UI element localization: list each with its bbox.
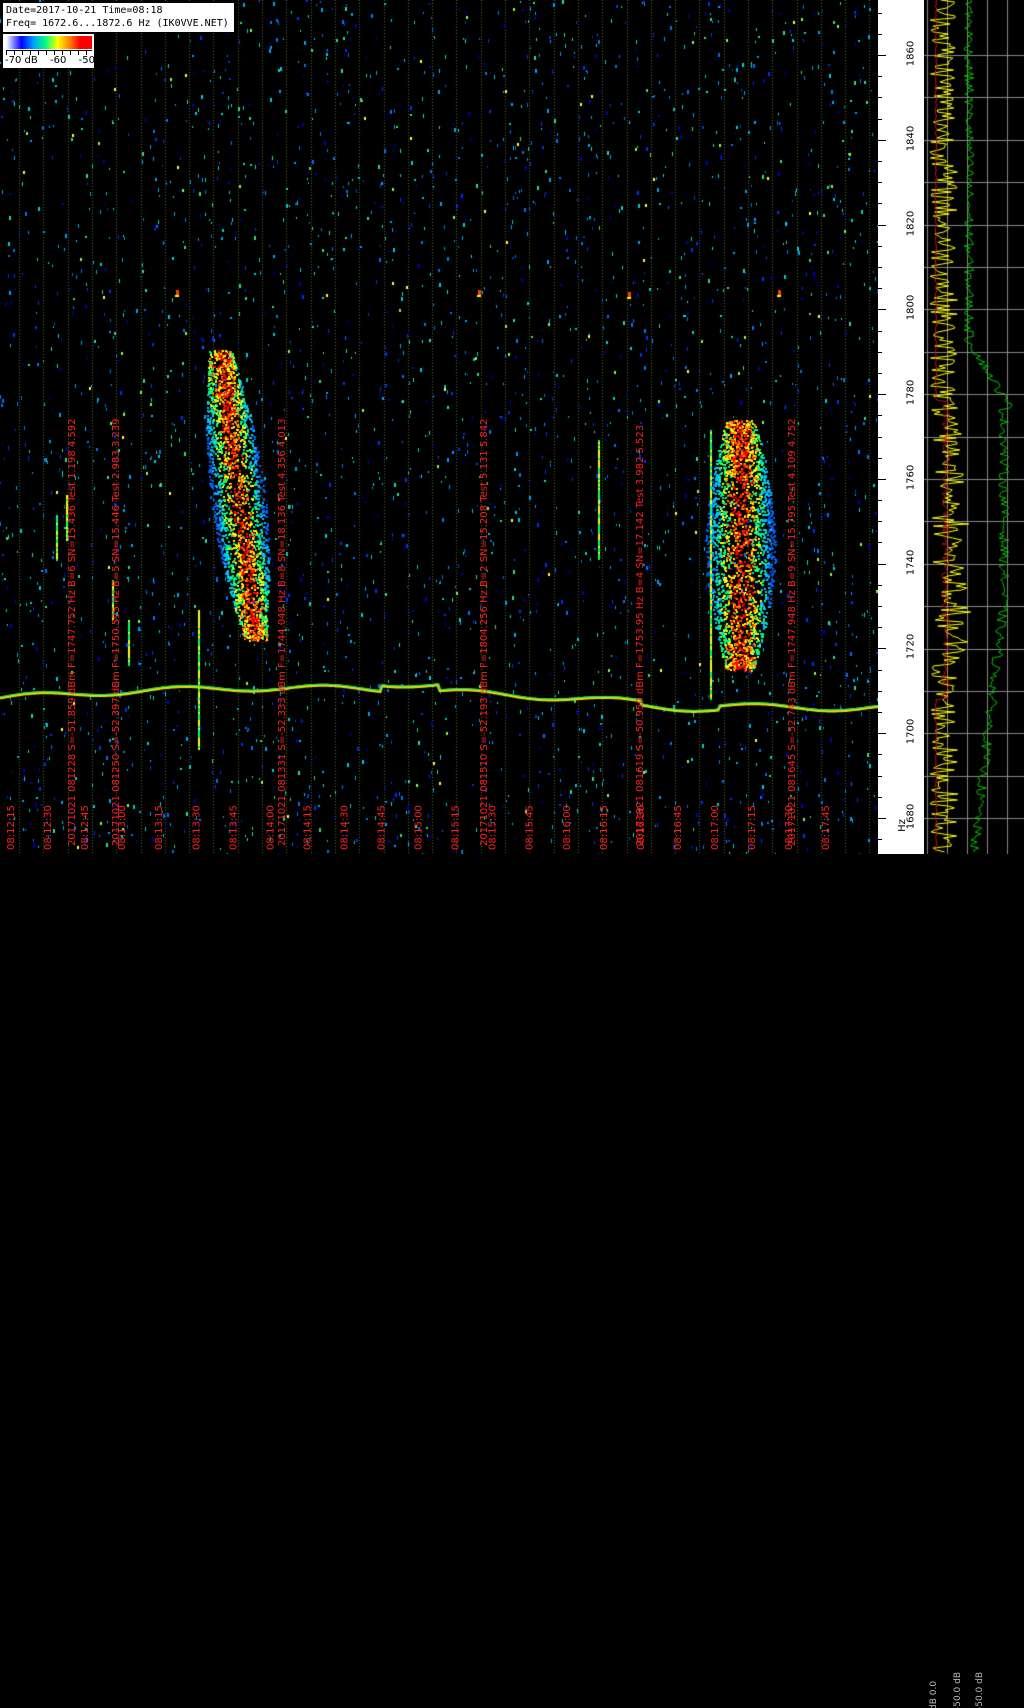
color-scale-bar (6, 36, 92, 49)
frequency-tick (878, 97, 882, 99)
spectrum-side-panel (924, 0, 1024, 854)
date-time-text: Date=2017-10-21 Time=08:18 (6, 5, 163, 16)
frequency-tick (878, 55, 886, 56)
waterfall-spectrogram[interactable] (0, 0, 878, 854)
frequency-tick (878, 521, 882, 523)
frequency-tick (878, 478, 886, 480)
frequency-label: 1840 (905, 125, 917, 151)
frequency-tick (878, 500, 882, 502)
frequency-tick (878, 457, 882, 459)
frequency-tick (878, 288, 882, 290)
frequency-tick (878, 754, 882, 756)
frequency-label: 1700 (905, 719, 917, 745)
frequency-tick (878, 796, 882, 798)
frequency-tick (878, 775, 882, 777)
frequency-tick (878, 12, 882, 14)
legend-label-max: -50 (78, 55, 95, 66)
frequency-tick (878, 160, 882, 162)
frequency-tick (878, 372, 882, 374)
frequency-tick (878, 415, 882, 417)
frequency-tick (878, 224, 886, 226)
info-header: Date=2017-10-21 Time=08:18 Freq= 1672.6.… (2, 2, 235, 33)
side-panel-labels: dB 0.0 -50.0 dB -50.0 dB (929, 1672, 985, 1708)
side-db-label: dB 0.0 (929, 1681, 939, 1708)
frequency-tick (878, 627, 882, 629)
frequency-tick (878, 690, 882, 692)
frequency-tick (878, 606, 882, 608)
frequency-tick (878, 330, 882, 332)
color-scale-labels: -70 dB -60 -50 (5, 55, 95, 66)
frequency-tick (878, 203, 882, 205)
frequency-label: 1820 (905, 210, 917, 236)
frequency-tick (878, 266, 882, 268)
frequency-tick (878, 309, 886, 311)
frequency-tick (878, 118, 882, 120)
frequency-tick (878, 584, 882, 586)
frequency-label: 1720 (905, 634, 917, 660)
frequency-unit-label: Hz (896, 819, 908, 832)
side-db-label: -50.0 dB (953, 1672, 963, 1708)
frequency-tick (878, 648, 886, 650)
frequency-tick (878, 669, 882, 671)
frequency-tick (878, 733, 886, 735)
frequency-label: 1740 (905, 549, 917, 575)
frequency-range-text: Freq= 1672.6...1872.6 Hz (IK0VVE.NET) (6, 18, 229, 29)
frequency-label: 1800 (905, 295, 917, 321)
frequency-tick (878, 182, 882, 184)
frequency-tick (878, 33, 882, 35)
frequency-tick (878, 436, 882, 438)
frequency-tick (878, 818, 886, 819)
frequency-tick (878, 245, 882, 247)
legend-label-mid: -60 (50, 55, 67, 66)
frequency-tick (878, 76, 882, 78)
frequency-tick (878, 351, 882, 353)
frequency-label: 1860 (905, 40, 917, 67)
frequency-label: 1780 (905, 379, 917, 406)
color-scale-legend: -70 dB -60 -50 (2, 33, 95, 69)
side-db-label: -50.0 dB (975, 1672, 985, 1708)
frequency-tick (878, 394, 886, 396)
frequency-axis: 1860 1840 1820 1800 1780 1760 1740 1720 1700 1680… (878, 0, 924, 854)
frequency-tick (878, 542, 882, 544)
frequency-tick (878, 139, 886, 141)
legend-label-min: -70 dB (5, 55, 38, 66)
frequency-label: 1760 (905, 464, 917, 491)
frequency-tick (878, 563, 886, 565)
frequency-tick (878, 839, 882, 841)
frequency-tick (878, 712, 882, 714)
